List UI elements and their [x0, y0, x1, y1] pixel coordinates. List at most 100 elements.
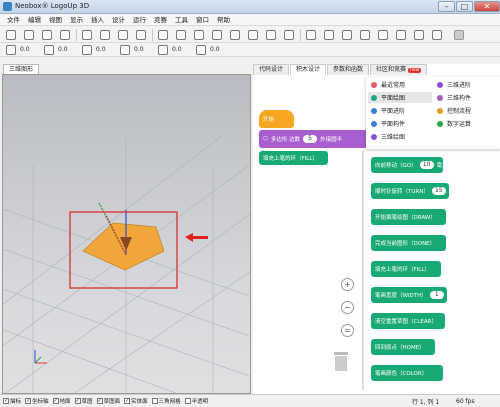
- fill-label: 填充上笔的环（FILL）: [263, 156, 318, 162]
- tab-params-functions[interactable]: 参数和函数: [327, 64, 370, 75]
- axis-y-icon: [34, 356, 42, 364]
- category-menu: 最近常用 三维进阶 平面绘图 三维构件 平面进阶 控制流程 平面构件 数字运算 …: [366, 77, 500, 149]
- pin-icon[interactable]: [396, 30, 406, 40]
- palette-color-block[interactable]: 笔画颜色（COLOR）: [371, 365, 443, 381]
- palette-clear-block[interactable]: 清空重置草图（CLEAR）: [371, 313, 445, 329]
- fullscreen-icon[interactable]: [324, 30, 334, 40]
- zoom-reset-button[interactable]: =: [341, 324, 354, 337]
- go-distance-input[interactable]: 10: [419, 161, 434, 169]
- polygon-icon: ⬡: [263, 136, 268, 142]
- view-bottom-icon[interactable]: [248, 30, 258, 40]
- window-title: Neobox® LogoUp 3D: [15, 2, 90, 10]
- tab-code-design[interactable]: 代码设计: [253, 64, 290, 75]
- app-logo-icon: [3, 2, 12, 11]
- copy-icon[interactable]: [100, 30, 110, 40]
- palette-turn-block[interactable]: 顺时针旋转（TURN） 15 度: [371, 183, 454, 199]
- fps-readout: 60 fps: [456, 397, 475, 405]
- menu-insert[interactable]: 插入: [88, 14, 107, 25]
- view-side-icon[interactable]: [194, 30, 204, 40]
- pentagon-shape[interactable]: [82, 222, 165, 271]
- cat-recent[interactable]: 最近常用: [368, 79, 432, 90]
- tab-3d-view[interactable]: 三维图形: [3, 64, 39, 74]
- status-bar: ✓ 描标 ✓ 坐标轴 ✓ 地面 ✓ 草图 ✓ 草图面 ✓ 实体面 三角网格 半透明 行 1,…: [0, 394, 500, 407]
- cursor-position: 行 1, 列 1: [412, 398, 440, 406]
- grid-icon[interactable]: [342, 30, 352, 40]
- check-triangle-mesh[interactable]: 三角网格: [151, 397, 181, 405]
- arrow-indicator-icon: [185, 233, 208, 242]
- open-file-icon[interactable]: [24, 30, 34, 40]
- cat-control-flow[interactable]: 控制流程: [434, 105, 498, 116]
- palette-done-block[interactable]: 完成当前图形（DONE）: [371, 235, 446, 251]
- search-icon[interactable]: [136, 30, 146, 40]
- cat-3d-drawing[interactable]: 三维绘图: [368, 131, 432, 142]
- cat-3d-parts[interactable]: 三维构件: [434, 92, 498, 103]
- turn-angle-input[interactable]: 15: [431, 187, 446, 195]
- polygon-label: 多边形 边数: [270, 137, 301, 143]
- zoom-fit-icon[interactable]: [306, 30, 316, 40]
- maximize-button[interactable]: □: [456, 1, 473, 12]
- palette-fill-block[interactable]: 填充上笔的环（FILL）: [371, 261, 441, 277]
- save-icon[interactable]: [42, 30, 52, 40]
- cut-icon[interactable]: [82, 30, 92, 40]
- menu-view[interactable]: 视图: [46, 14, 65, 25]
- zoom-out-button[interactable]: −: [341, 301, 354, 314]
- trash-icon[interactable]: [332, 348, 350, 372]
- export-icon[interactable]: [60, 30, 70, 40]
- cat-2d-advanced[interactable]: 平面进阶: [368, 105, 432, 116]
- polygon-block[interactable]: ⬡ 多边形 边数 5 外接圆半: [259, 130, 369, 148]
- check-axes[interactable]: ✓ 坐标轴: [25, 397, 49, 405]
- menu-tools[interactable]: 工具: [172, 14, 191, 25]
- palette-draw-block[interactable]: 开始撰笔绘图（DRAW）: [371, 209, 446, 225]
- cat-2d-drawing[interactable]: 平面绘图: [368, 92, 432, 103]
- menu-run[interactable]: 运行: [130, 14, 149, 25]
- 3d-viewport[interactable]: [2, 74, 251, 394]
- view-back-icon[interactable]: [230, 30, 240, 40]
- tab-community[interactable]: 社区和竞赛 new: [370, 64, 428, 75]
- check-sketch[interactable]: ✓ 草图: [74, 397, 93, 405]
- palette-scrollbar[interactable]: [362, 150, 364, 390]
- view-top-icon[interactable]: [176, 30, 186, 40]
- minimize-button[interactable]: –: [438, 1, 455, 12]
- view-left-icon[interactable]: [266, 30, 276, 40]
- menu-edit[interactable]: 编辑: [25, 14, 44, 25]
- toolbar-main: [0, 27, 500, 43]
- polygon-sides-input[interactable]: 5: [303, 135, 318, 143]
- menu-display[interactable]: 显示: [67, 14, 86, 25]
- view-front-icon[interactable]: [158, 30, 168, 40]
- cube-icon[interactable]: [432, 30, 442, 40]
- menu-file[interactable]: 文件: [4, 14, 23, 25]
- view-right-icon[interactable]: [284, 30, 294, 40]
- new-badge: new: [408, 68, 422, 73]
- zoom-in-button[interactable]: +: [341, 278, 354, 291]
- scene-canvas: [3, 134, 250, 393]
- menu-design[interactable]: 设计: [109, 14, 128, 25]
- start-block[interactable]: 开始: [259, 110, 294, 128]
- palette-width-block[interactable]: 笔画宽度（WIDTH） 1 毫米: [371, 287, 458, 303]
- check-translucent[interactable]: 半透明: [184, 397, 208, 405]
- check-sketch-face[interactable]: ✓ 草图面: [96, 397, 120, 405]
- paste-icon[interactable]: [118, 30, 128, 40]
- new-file-icon[interactable]: [6, 30, 16, 40]
- close-button[interactable]: ✕: [474, 1, 500, 12]
- check-solid-face[interactable]: ✓ 实体面: [124, 397, 148, 405]
- palette-home-block[interactable]: 回到原点（HOME）: [371, 339, 435, 355]
- menu-window[interactable]: 窗口: [193, 14, 212, 25]
- camera-icon[interactable]: [360, 30, 370, 40]
- light-icon[interactable]: [378, 30, 388, 40]
- check-ground[interactable]: ✓ 地面: [52, 397, 71, 405]
- palette-go-block[interactable]: 向前移动（GO） 10 毫米: [371, 157, 448, 173]
- editor-tabs: 代码设计 积木设计 参数和函数 社区和竞赛 new: [253, 64, 428, 75]
- cat-3d-advanced[interactable]: 三维进阶: [434, 79, 498, 90]
- menu-help[interactable]: 帮助: [214, 14, 233, 25]
- check-marker[interactable]: ✓ 描标: [3, 397, 21, 405]
- cat-2d-parts[interactable]: 平面构件: [368, 118, 432, 129]
- paint-icon[interactable]: [414, 30, 424, 40]
- tab-block-design[interactable]: 积木设计: [290, 64, 327, 75]
- polygon-suffix: 外接圆半: [320, 137, 343, 143]
- cat-math[interactable]: 数字运算: [434, 118, 498, 129]
- fill-block[interactable]: 填充上笔的环（FILL）: [259, 151, 328, 165]
- view-iso-icon[interactable]: [212, 30, 222, 40]
- width-input[interactable]: 1: [429, 291, 444, 299]
- stop-icon[interactable]: [454, 30, 464, 40]
- menu-contest[interactable]: 竞赛: [151, 14, 170, 25]
